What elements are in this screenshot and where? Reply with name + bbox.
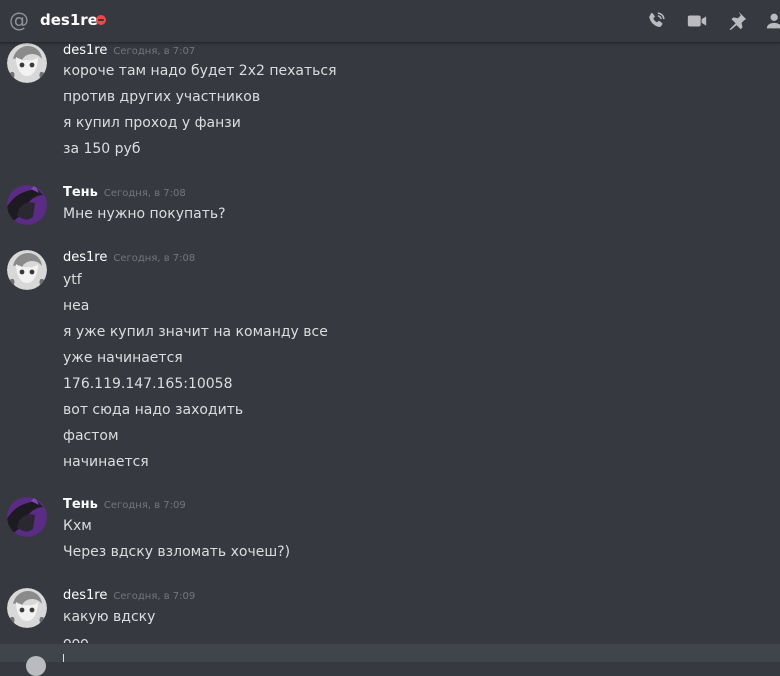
user-avatar-des1re[interactable] <box>7 588 47 628</box>
message-text: ytf <box>63 272 82 288</box>
dm-title[interactable]: des1re <box>40 11 98 29</box>
message-text: какую вдску <box>63 609 156 625</box>
video-call-icon[interactable] <box>685 10 709 32</box>
message-text: за 150 руб <box>63 141 141 157</box>
message-text: уже начинается <box>63 350 183 366</box>
user-avatar-des1re[interactable] <box>7 250 47 290</box>
message-timestamp: Сегодня, в 7:09 <box>113 591 196 602</box>
pinned-messages-icon[interactable] <box>725 10 749 32</box>
message-composer[interactable] <box>0 644 780 676</box>
message-text: ооо <box>63 635 89 643</box>
message-text: короче там надо будет 2х2 пехаться <box>63 63 337 79</box>
message-text: вот сюда надо заходить <box>63 402 244 418</box>
message-text: начинается <box>63 454 149 470</box>
message-text: неа <box>63 298 90 314</box>
message-text: я уже купил значит на команду все <box>63 324 328 340</box>
at-sign-icon: @ <box>9 8 29 32</box>
upload-plus-icon[interactable] <box>26 656 46 676</box>
add-friend-icon[interactable] <box>764 10 780 32</box>
message-timestamp: Сегодня, в 7:08 <box>113 253 196 264</box>
message-text: Кхм <box>63 518 92 534</box>
message-timestamp: Сегодня, в 7:09 <box>103 500 186 511</box>
message-author[interactable]: des1re Сегодня, в 7:09 <box>63 588 195 603</box>
message-timestamp: Сегодня, в 7:07 <box>113 46 196 57</box>
message-timestamp: Сегодня, в 7:08 <box>103 188 186 199</box>
message-list[interactable]: des1re Сегодня, в 7:07 короче там надо бу… <box>0 43 780 643</box>
voice-call-icon[interactable] <box>644 10 668 32</box>
message-author[interactable]: des1re Сегодня, в 7:08 <box>63 250 195 265</box>
text-cursor <box>63 654 64 662</box>
user-avatar-ten[interactable] <box>7 497 47 537</box>
message-text: против других участников <box>63 89 261 105</box>
user-avatar-ten[interactable] <box>7 185 47 225</box>
message-author[interactable]: Тень Сегодня, в 7:09 <box>63 497 186 512</box>
do-not-disturb-status-icon <box>96 15 106 25</box>
message-text: Мне нужно покупать? <box>63 206 226 222</box>
message-text: я купил проход у фанзи <box>63 115 241 131</box>
message-text: фастом <box>63 428 119 444</box>
channel-header: @ des1re <box>0 0 780 43</box>
message-text: Через вдску взломать хочеш?) <box>63 544 291 560</box>
message-author[interactable]: des1re Сегодня, в 7:07 <box>63 43 195 58</box>
user-avatar-des1re[interactable] <box>7 43 47 83</box>
message-text: 176.119.147.165:10058 <box>63 376 233 392</box>
message-author[interactable]: Тень Сегодня, в 7:08 <box>63 185 186 200</box>
